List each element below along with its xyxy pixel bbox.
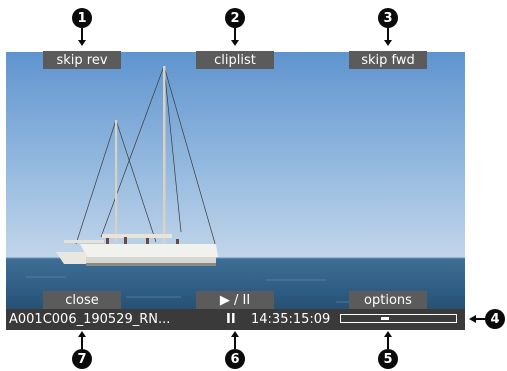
cliplist-button[interactable]: cliplist (196, 51, 274, 69)
leader-line-2 (234, 28, 236, 40)
video-frame (6, 52, 465, 330)
callout-3: 3 (378, 8, 398, 28)
leader-arrow-1 (78, 40, 86, 46)
callout-4: 4 (485, 309, 505, 329)
leader-line-4 (476, 318, 486, 320)
leader-arrow-4 (469, 315, 476, 323)
callout-1: 1 (72, 8, 92, 28)
playback-state-icon: II (226, 312, 236, 327)
skip-rev-button[interactable]: skip rev (43, 51, 121, 69)
leader-line-7 (81, 337, 83, 349)
leader-arrow-3 (384, 40, 392, 46)
leader-arrow-2 (231, 40, 239, 46)
skip-fwd-button[interactable]: skip fwd (349, 51, 427, 69)
callout-2: 2 (225, 8, 245, 28)
clip-name: A001C006_190529_RN... (9, 312, 171, 327)
leader-arrow-6 (231, 331, 239, 337)
timecode: 14:35:15:09 (251, 312, 331, 327)
sailboat-image (6, 52, 465, 330)
play-pause-button[interactable]: ▶ / II (196, 291, 274, 309)
leader-line-6 (234, 337, 236, 349)
close-button[interactable]: close (43, 291, 121, 309)
leader-arrow-5 (384, 331, 392, 337)
options-button[interactable]: options (349, 291, 427, 309)
leader-line-5 (387, 337, 389, 349)
leader-line-1 (81, 28, 83, 40)
leader-arrow-7 (78, 331, 86, 337)
progress-bar[interactable] (340, 314, 457, 323)
callout-6: 6 (225, 349, 245, 369)
callout-5: 5 (378, 349, 398, 369)
callout-7: 7 (72, 349, 92, 369)
leader-line-3 (387, 28, 389, 40)
progress-indicator[interactable] (381, 317, 389, 320)
